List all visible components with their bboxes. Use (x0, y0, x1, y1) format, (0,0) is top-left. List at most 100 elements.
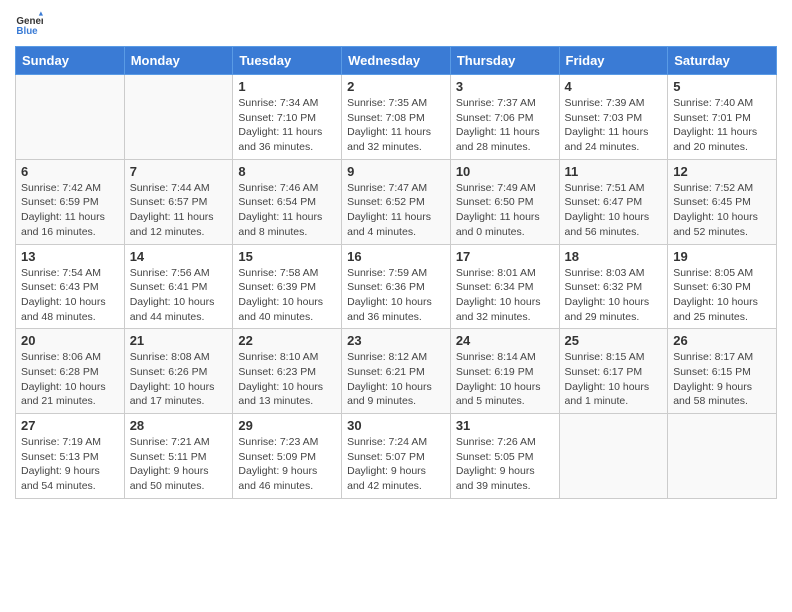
day-number: 29 (238, 418, 336, 433)
day-info: Sunrise: 7:21 AM Sunset: 5:11 PM Dayligh… (130, 435, 228, 494)
day-info: Sunrise: 7:39 AM Sunset: 7:03 PM Dayligh… (565, 96, 663, 155)
calendar-cell: 9 Sunrise: 7:47 AM Sunset: 6:52 PM Daylig… (342, 159, 451, 244)
calendar-cell: 19 Sunrise: 8:05 AM Sunset: 6:30 PM Dayli… (668, 244, 777, 329)
day-number: 12 (673, 164, 771, 179)
week-row-3: 13 Sunrise: 7:54 AM Sunset: 6:43 PM Dayli… (16, 244, 777, 329)
calendar-cell (559, 414, 668, 499)
day-info: Sunrise: 7:44 AM Sunset: 6:57 PM Dayligh… (130, 181, 228, 240)
day-number: 15 (238, 249, 336, 264)
day-number: 5 (673, 79, 771, 94)
day-info: Sunrise: 8:14 AM Sunset: 6:19 PM Dayligh… (456, 350, 554, 409)
day-number: 28 (130, 418, 228, 433)
day-info: Sunrise: 8:10 AM Sunset: 6:23 PM Dayligh… (238, 350, 336, 409)
calendar-cell: 27Sunrise: 7:19 AM Sunset: 5:13 PM Dayli… (16, 414, 125, 499)
logo-icon: General Blue (15, 10, 43, 38)
day-number: 10 (456, 164, 554, 179)
day-info: Sunrise: 7:37 AM Sunset: 7:06 PM Dayligh… (456, 96, 554, 155)
calendar-cell: 14 Sunrise: 7:56 AM Sunset: 6:41 PM Dayli… (124, 244, 233, 329)
calendar-cell: 17 Sunrise: 8:01 AM Sunset: 6:34 PM Dayli… (450, 244, 559, 329)
day-number: 21 (130, 333, 228, 348)
day-number: 31 (456, 418, 554, 433)
calendar-cell: 8Sunrise: 7:46 AM Sunset: 6:54 PM Daylig… (233, 159, 342, 244)
weekday-header-tuesday: Tuesday (233, 47, 342, 75)
calendar-cell: 28 Sunrise: 7:21 AM Sunset: 5:11 PM Dayli… (124, 414, 233, 499)
calendar-cell: 22 Sunrise: 8:10 AM Sunset: 6:23 PM Dayli… (233, 329, 342, 414)
calendar-cell: 30 Sunrise: 7:24 AM Sunset: 5:07 PM Dayli… (342, 414, 451, 499)
day-number: 3 (456, 79, 554, 94)
calendar-cell: 6 Sunrise: 7:42 AM Sunset: 6:59 PM Daylig… (16, 159, 125, 244)
weekday-header-sunday: Sunday (16, 47, 125, 75)
day-number: 26 (673, 333, 771, 348)
day-number: 27 (21, 418, 119, 433)
day-number: 7 (130, 164, 228, 179)
calendar-cell: 4 Sunrise: 7:39 AM Sunset: 7:03 PM Daylig… (559, 75, 668, 160)
day-info: Sunrise: 7:23 AM Sunset: 5:09 PM Dayligh… (238, 435, 336, 494)
calendar-table: SundayMondayTuesdayWednesdayThursdayFrid… (15, 46, 777, 499)
calendar-cell: 7 Sunrise: 7:44 AM Sunset: 6:57 PM Daylig… (124, 159, 233, 244)
day-info: Sunrise: 7:51 AM Sunset: 6:47 PM Dayligh… (565, 181, 663, 240)
day-number: 4 (565, 79, 663, 94)
calendar-cell: 5 Sunrise: 7:40 AM Sunset: 7:01 PM Daylig… (668, 75, 777, 160)
day-info: Sunrise: 7:59 AM Sunset: 6:36 PM Dayligh… (347, 266, 445, 325)
calendar-cell: 12 Sunrise: 7:52 AM Sunset: 6:45 PM Dayli… (668, 159, 777, 244)
weekday-header-wednesday: Wednesday (342, 47, 451, 75)
weekday-header-monday: Monday (124, 47, 233, 75)
day-number: 11 (565, 164, 663, 179)
day-info: Sunrise: 7:54 AM Sunset: 6:43 PM Dayligh… (21, 266, 119, 325)
day-info: Sunrise: 8:03 AM Sunset: 6:32 PM Dayligh… (565, 266, 663, 325)
calendar-cell: 20 Sunrise: 8:06 AM Sunset: 6:28 PM Dayli… (16, 329, 125, 414)
calendar-cell: 11 Sunrise: 7:51 AM Sunset: 6:47 PM Dayli… (559, 159, 668, 244)
day-info: Sunrise: 8:01 AM Sunset: 6:34 PM Dayligh… (456, 266, 554, 325)
day-info: Sunrise: 8:17 AM Sunset: 6:15 PM Dayligh… (673, 350, 771, 409)
calendar-cell: 3 Sunrise: 7:37 AM Sunset: 7:06 PM Daylig… (450, 75, 559, 160)
calendar-cell: 15 Sunrise: 7:58 AM Sunset: 6:39 PM Dayli… (233, 244, 342, 329)
day-number: 1 (238, 79, 336, 94)
day-number: 18 (565, 249, 663, 264)
week-row-4: 20 Sunrise: 8:06 AM Sunset: 6:28 PM Dayli… (16, 329, 777, 414)
svg-text:Blue: Blue (16, 26, 38, 37)
day-info: Sunrise: 7:56 AM Sunset: 6:41 PM Dayligh… (130, 266, 228, 325)
day-info: Sunrise: 7:52 AM Sunset: 6:45 PM Dayligh… (673, 181, 771, 240)
calendar-cell: 25Sunrise: 8:15 AM Sunset: 6:17 PM Dayli… (559, 329, 668, 414)
day-info: Sunrise: 7:47 AM Sunset: 6:52 PM Dayligh… (347, 181, 445, 240)
calendar-cell: 2 Sunrise: 7:35 AM Sunset: 7:08 PM Daylig… (342, 75, 451, 160)
day-number: 24 (456, 333, 554, 348)
day-number: 17 (456, 249, 554, 264)
day-number: 16 (347, 249, 445, 264)
weekday-header-row: SundayMondayTuesdayWednesdayThursdayFrid… (16, 47, 777, 75)
day-number: 6 (21, 164, 119, 179)
day-info: Sunrise: 8:12 AM Sunset: 6:21 PM Dayligh… (347, 350, 445, 409)
day-number: 13 (21, 249, 119, 264)
day-number: 9 (347, 164, 445, 179)
calendar-cell: 16 Sunrise: 7:59 AM Sunset: 6:36 PM Dayli… (342, 244, 451, 329)
day-info: Sunrise: 7:34 AM Sunset: 7:10 PM Dayligh… (238, 96, 336, 155)
week-row-1: 1 Sunrise: 7:34 AM Sunset: 7:10 PM Daylig… (16, 75, 777, 160)
day-number: 25 (565, 333, 663, 348)
day-number: 22 (238, 333, 336, 348)
day-info: Sunrise: 7:42 AM Sunset: 6:59 PM Dayligh… (21, 181, 119, 240)
day-number: 14 (130, 249, 228, 264)
day-number: 19 (673, 249, 771, 264)
calendar-cell: 1 Sunrise: 7:34 AM Sunset: 7:10 PM Daylig… (233, 75, 342, 160)
header: General Blue (15, 10, 777, 38)
calendar-cell: 26 Sunrise: 8:17 AM Sunset: 6:15 PM Dayli… (668, 329, 777, 414)
day-number: 20 (21, 333, 119, 348)
day-info: Sunrise: 7:40 AM Sunset: 7:01 PM Dayligh… (673, 96, 771, 155)
calendar-cell (668, 414, 777, 499)
day-info: Sunrise: 8:05 AM Sunset: 6:30 PM Dayligh… (673, 266, 771, 325)
calendar-cell: 23Sunrise: 8:12 AM Sunset: 6:21 PM Dayli… (342, 329, 451, 414)
day-number: 30 (347, 418, 445, 433)
day-info: Sunrise: 7:24 AM Sunset: 5:07 PM Dayligh… (347, 435, 445, 494)
day-number: 2 (347, 79, 445, 94)
calendar-cell: 24 Sunrise: 8:14 AM Sunset: 6:19 PM Dayli… (450, 329, 559, 414)
week-row-2: 6 Sunrise: 7:42 AM Sunset: 6:59 PM Daylig… (16, 159, 777, 244)
day-info: Sunrise: 7:58 AM Sunset: 6:39 PM Dayligh… (238, 266, 336, 325)
day-info: Sunrise: 7:35 AM Sunset: 7:08 PM Dayligh… (347, 96, 445, 155)
calendar-cell: 29 Sunrise: 7:23 AM Sunset: 5:09 PM Dayli… (233, 414, 342, 499)
calendar-cell: 18 Sunrise: 8:03 AM Sunset: 6:32 PM Dayli… (559, 244, 668, 329)
weekday-header-saturday: Saturday (668, 47, 777, 75)
calendar-cell: 31Sunrise: 7:26 AM Sunset: 5:05 PM Dayli… (450, 414, 559, 499)
day-info: Sunrise: 7:49 AM Sunset: 6:50 PM Dayligh… (456, 181, 554, 240)
day-info: Sunrise: 8:06 AM Sunset: 6:28 PM Dayligh… (21, 350, 119, 409)
weekday-header-friday: Friday (559, 47, 668, 75)
